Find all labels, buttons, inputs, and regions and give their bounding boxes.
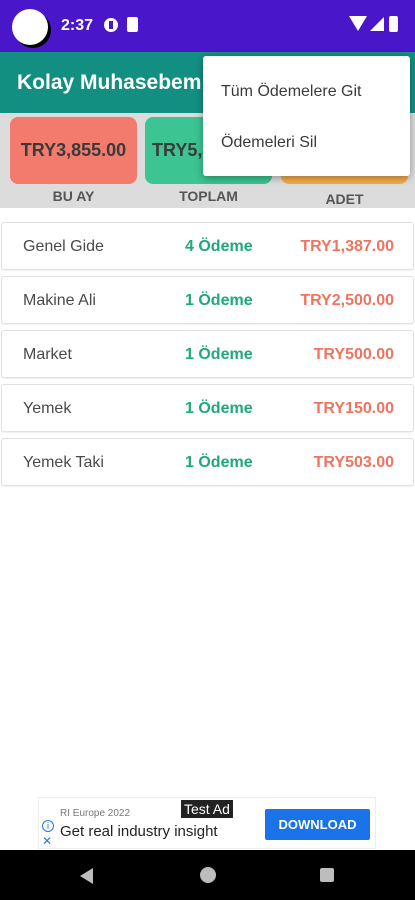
ad-close-icon[interactable]: ✕ [42,834,52,848]
summary-caption-this-month: BU AY [52,188,95,204]
menu-item-go-to-all-payments[interactable]: Tüm Ödemelere Git [221,83,361,101]
status-bar: 2:37 [0,0,415,52]
payment-count: 1 Ödeme [185,346,253,363]
test-ad-badge: Test Ad [181,800,233,818]
payment-count: 1 Ödeme [185,292,253,309]
sd-card-icon [127,17,138,32]
summary-caption-count: ADET [325,191,364,207]
summary-caption-total: TOPLAM [179,188,238,204]
screen: 2:37 Kolay Muhasebem TRY3,855.00 TRY5, B… [0,0,415,900]
navigation-bar [0,850,415,900]
summary-card-value: TRY5, [152,140,203,160]
ad-banner[interactable]: Test Ad i ✕ RI Europe 2022 Get real indu… [38,797,376,849]
list-item[interactable]: Genel Gide 4 Ödeme TRY1,387.00 [1,222,414,270]
list-item[interactable]: Yemek 1 Ödeme TRY150.00 [1,384,414,432]
status-icons [349,16,401,34]
back-icon[interactable] [80,868,93,884]
overflow-menu: Tüm Ödemelere Git Ödemeleri Sil [203,56,410,176]
payment-count: 4 Ödeme [185,238,253,255]
home-icon[interactable] [200,867,216,883]
wifi-icon [349,16,367,31]
data-saver-icon [104,18,118,32]
recents-icon[interactable] [320,868,334,882]
list-item[interactable]: Makine Ali 1 Ödeme TRY2,500.00 [1,276,414,324]
avatar [12,9,48,45]
payment-count: 1 Ödeme [185,400,253,417]
summary-card-value: TRY3,855.00 [20,140,127,160]
payment-count: 1 Ödeme [185,454,253,471]
category-name: Yemek Taki [23,454,104,471]
category-name: Makine Ali [23,292,96,309]
ad-sponsor: RI Europe 2022 [60,808,131,819]
category-name: Yemek [23,400,72,417]
payment-amount: TRY500.00 [313,346,394,363]
summary-card-this-month[interactable]: TRY3,855.00 [10,117,137,184]
category-name: Market [23,346,72,363]
ad-info-icon[interactable]: i [42,820,54,832]
list-item[interactable]: Market 1 Ödeme TRY500.00 [1,330,414,378]
payment-amount: TRY150.00 [313,400,394,417]
status-time: 2:37 [61,17,94,34]
payment-amount: TRY2,500.00 [300,292,394,309]
app-title: Kolay Muhasebem [17,71,202,94]
battery-icon [389,16,398,32]
menu-item-delete-payments[interactable]: Ödemeleri Sil [221,134,317,152]
signal-icon [370,17,384,31]
ad-download-button[interactable]: DOWNLOAD [265,809,370,840]
list-item[interactable]: Yemek Taki 1 Ödeme TRY503.00 [1,438,414,486]
ad-headline: Get real industry insight [60,823,218,840]
payment-amount: TRY1,387.00 [300,238,394,255]
category-name: Genel Gide [23,238,104,255]
payment-amount: TRY503.00 [313,454,394,471]
